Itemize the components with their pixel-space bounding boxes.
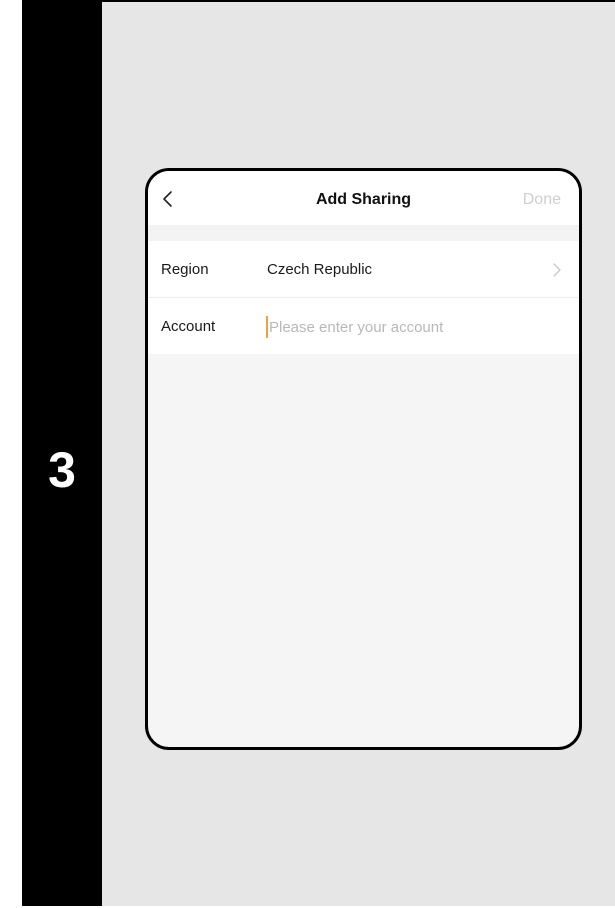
- step-number: 3: [48, 442, 76, 498]
- step-sidebar: 3: [22, 0, 102, 906]
- region-value: Czech Republic: [267, 261, 373, 278]
- section-gap: [148, 225, 579, 241]
- nav-bar: Add Sharing Done: [148, 171, 579, 225]
- account-label: Account: [161, 318, 216, 335]
- chevron-right-icon: [553, 263, 561, 277]
- region-label: Region: [161, 261, 209, 278]
- account-row: Account: [148, 298, 579, 354]
- phone-screen: Add Sharing Done Region Czech Republic A…: [145, 168, 582, 750]
- region-row[interactable]: Region Czech Republic: [148, 241, 579, 297]
- page-title: Add Sharing: [315, 191, 412, 208]
- done-button[interactable]: Done: [523, 191, 561, 209]
- account-input[interactable]: [266, 314, 556, 340]
